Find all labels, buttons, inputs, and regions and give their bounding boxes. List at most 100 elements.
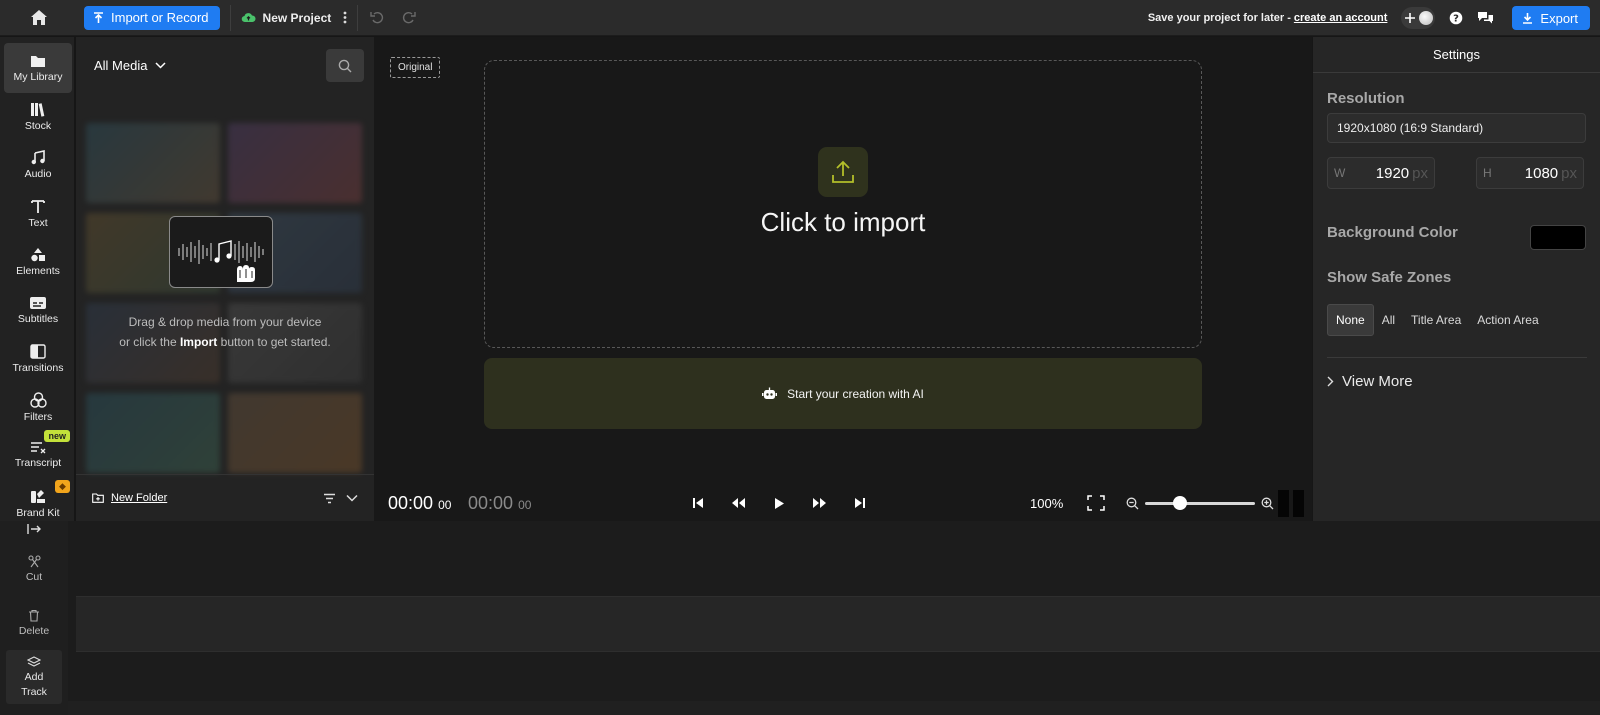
current-time-frames: 00: [438, 497, 452, 512]
background-color-swatch[interactable]: [1530, 225, 1586, 250]
width-value: 1920: [1375, 164, 1410, 182]
start-with-ai-button[interactable]: Start your creation with AI: [484, 358, 1202, 429]
avatar: [1419, 11, 1434, 25]
cut-button[interactable]: Cut: [6, 555, 62, 583]
total-time-frames: 00: [518, 497, 532, 512]
sidebar-item-filters[interactable]: Filters: [4, 382, 72, 432]
media-library-panel: All Media Drag & drop media from your de…: [76, 37, 374, 521]
click-to-import-text: Click to import: [760, 207, 926, 237]
rewind-icon[interactable]: [731, 497, 746, 509]
feedback-button[interactable]: [1477, 11, 1494, 25]
undo-icon[interactable]: [370, 11, 384, 24]
safe-zone-action-area[interactable]: Action Area: [1469, 305, 1546, 335]
panel-collapse-handle[interactable]: [1278, 489, 1304, 517]
sidebar-item-transcript[interactable]: new Transcript: [4, 430, 72, 480]
sidebar-item-subtitles[interactable]: Subtitles: [4, 285, 72, 335]
download-icon: [1523, 13, 1533, 24]
toolbar-divider: [229, 4, 231, 31]
sidebar-item-text[interactable]: Text: [4, 189, 72, 239]
zoom-percentage[interactable]: 100%: [1030, 496, 1063, 511]
total-time-main: 00:00: [468, 492, 514, 513]
placeholder-thumbnail: [228, 123, 362, 203]
drop-media-instructions: Drag & drop media from your device or cl…: [76, 312, 374, 352]
undo-redo-group: [370, 11, 416, 24]
original-aspect-tag[interactable]: Original: [390, 57, 441, 78]
music-note-icon: [31, 150, 45, 165]
current-time: 00:00 00: [388, 493, 451, 514]
sidebar-item-label: Elements: [16, 265, 60, 277]
delete-button[interactable]: Delete: [6, 609, 62, 637]
arrow-to-right-icon: [26, 524, 41, 534]
timeline-track[interactable]: [76, 596, 1600, 652]
handle-bar: [1293, 489, 1304, 517]
timeline-scrollbar[interactable]: [68, 701, 1600, 715]
svg-text:?: ?: [1454, 14, 1460, 25]
fast-forward-icon[interactable]: [812, 497, 827, 509]
sidebar-item-label: Stock: [24, 120, 52, 132]
playback-controls: 00:00 00 00:00 00 100%: [374, 485, 1312, 521]
sidebar-item-elements[interactable]: Elements: [4, 237, 72, 287]
new-folder-button[interactable]: New Folder: [92, 492, 167, 504]
new-badge: new: [44, 430, 70, 442]
sort-icon[interactable]: [323, 493, 336, 504]
sidebar-item-brand-kit[interactable]: ◆ Brand Kit: [4, 478, 72, 521]
drop-text-line2: or click the Import button to get starte…: [76, 332, 374, 352]
transport-buttons: [692, 497, 866, 510]
help-icon: ?: [1450, 11, 1463, 25]
resolution-select[interactable]: 1920x1080 (16:9 Standard): [1327, 113, 1586, 143]
handle-bar: [1278, 489, 1289, 517]
delete-label: Delete: [18, 625, 50, 637]
project-name[interactable]: New Project: [241, 11, 331, 25]
width-prefix: W: [1334, 166, 1346, 180]
create-account-link[interactable]: create an account: [1294, 12, 1388, 24]
import-or-record-button[interactable]: Import or Record: [84, 5, 220, 30]
fullscreen-icon: [1087, 495, 1105, 511]
drop-text-import: Import: [179, 335, 218, 349]
add-track-button[interactable]: Add Track: [6, 650, 62, 704]
fullscreen-button[interactable]: [1087, 495, 1105, 511]
text-icon: [31, 200, 45, 213]
sidebar-item-label: Transcript: [14, 457, 62, 469]
safe-zone-title-area[interactable]: Title Area: [1403, 305, 1469, 335]
sidebar-item-transitions[interactable]: Transitions: [4, 334, 72, 384]
click-to-import-dropzone[interactable]: Click to import: [484, 60, 1202, 348]
skip-to-end-icon[interactable]: [854, 497, 866, 509]
media-filter-dropdown[interactable]: All Media: [94, 58, 166, 73]
zoom-out-icon[interactable]: [1126, 497, 1139, 510]
layers-plus-icon: [27, 656, 41, 667]
export-button[interactable]: Export: [1512, 6, 1590, 30]
play-icon[interactable]: [773, 497, 785, 510]
height-value: 1080: [1524, 164, 1559, 182]
media-placeholder-grid: [86, 123, 362, 493]
collapse-timeline-button[interactable]: [6, 523, 62, 541]
project-menu-button[interactable]: [343, 11, 347, 24]
upload-icon: [832, 160, 854, 183]
media-search-button[interactable]: [326, 49, 364, 82]
safe-zone-none[interactable]: None: [1327, 304, 1374, 336]
view-more-toggle[interactable]: View More: [1327, 373, 1413, 390]
skip-to-start-icon[interactable]: [692, 497, 704, 509]
height-input[interactable]: H 1080 px: [1476, 157, 1584, 189]
zoom-slider[interactable]: [1145, 495, 1255, 510]
zoom-in-icon[interactable]: [1261, 497, 1274, 510]
help-button[interactable]: ?: [1449, 11, 1463, 25]
zoom-slider-handle[interactable]: [1173, 495, 1188, 510]
home-button[interactable]: [0, 0, 78, 36]
width-input[interactable]: W 1920 px: [1327, 157, 1435, 189]
top-bar: Import or Record New Project Save your p…: [0, 0, 1600, 36]
premium-gem-icon: ◆: [55, 480, 70, 493]
placeholder-thumbnail: [228, 393, 362, 473]
chevron-down-icon[interactable]: [346, 494, 358, 502]
top-right-group: Save your project for later - create an a…: [1148, 0, 1590, 36]
kebab-menu-icon: [343, 11, 347, 24]
chevron-down-icon: [155, 62, 166, 69]
safe-zone-all[interactable]: All: [1374, 305, 1403, 335]
sidebar-item-my-library[interactable]: My Library: [4, 43, 72, 93]
sidebar-item-label: Text: [28, 217, 48, 229]
sidebar-item-label: My Library: [13, 70, 63, 83]
books-icon: [31, 103, 45, 117]
redo-icon[interactable]: [402, 11, 416, 24]
sidebar-item-stock[interactable]: Stock: [4, 92, 72, 142]
collaborators-button[interactable]: [1401, 7, 1436, 29]
sidebar-item-audio[interactable]: Audio: [4, 140, 72, 190]
